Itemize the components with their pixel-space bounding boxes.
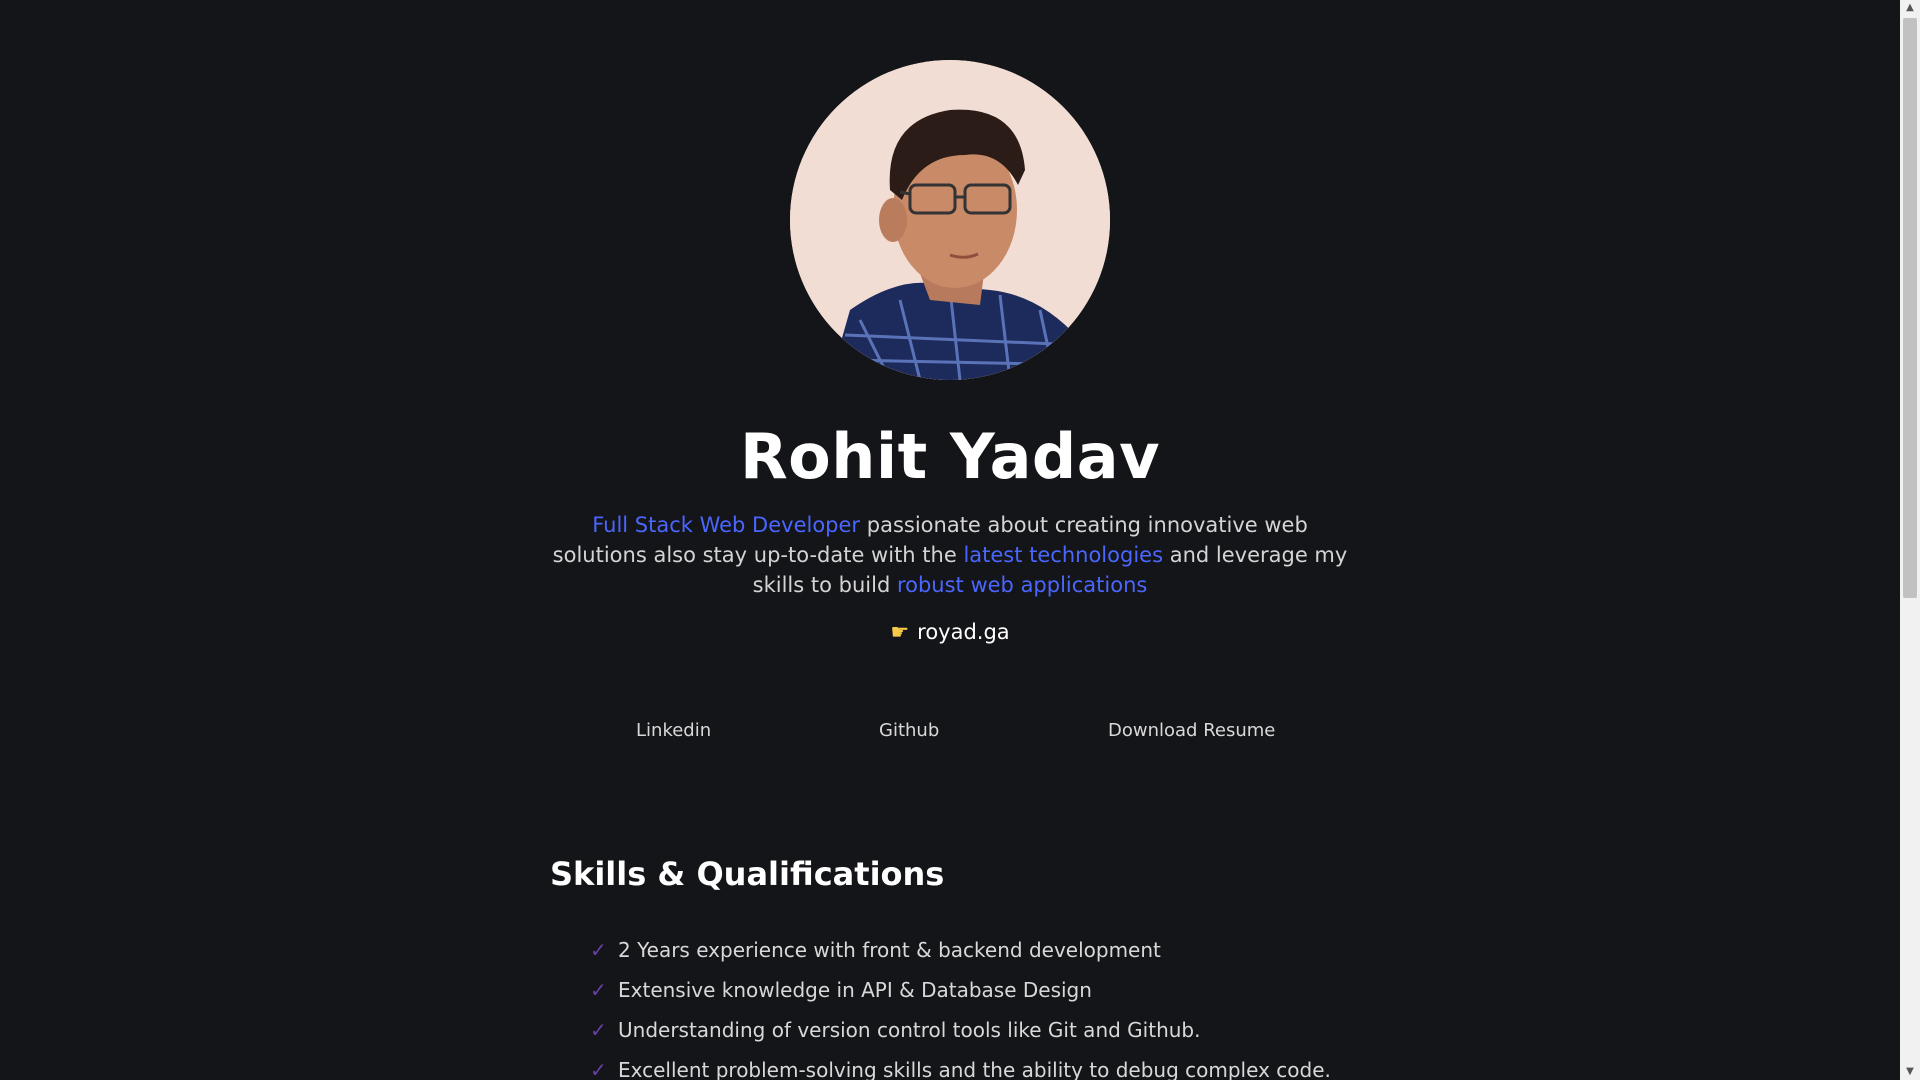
check-icon: ✓: [590, 1058, 607, 1080]
linkedin-link[interactable]: Linkedin: [636, 720, 711, 741]
skills-title: Skills & Qualifications: [550, 855, 945, 893]
download-resume-link[interactable]: Download Resume: [1108, 720, 1275, 741]
portfolio-page: Rohit Yadav Full Stack Web Developer pas…: [0, 0, 1900, 1080]
skill-text: Excellent problem-solving skills and the…: [618, 1058, 1331, 1080]
pointing-hand-icon: ☛: [890, 620, 910, 644]
skills-list: ✓ 2 Years experience with front & backend…: [590, 930, 1331, 1080]
bio-highlight-role: Full Stack Web Developer: [592, 513, 861, 537]
profile-name: Rohit Yadav: [739, 420, 1161, 493]
scroll-down-arrow-icon[interactable]: ▼: [1900, 1064, 1920, 1080]
list-item: ✓ Extensive knowledge in API & Database D…: [590, 970, 1331, 1010]
scroll-up-arrow-icon[interactable]: ▲: [1900, 0, 1920, 16]
check-icon: ✓: [590, 978, 607, 1002]
profile-photo: [790, 60, 1110, 380]
check-icon: ✓: [590, 1018, 607, 1042]
skill-text: Understanding of version control tools l…: [618, 1018, 1201, 1042]
github-link[interactable]: Github: [879, 720, 939, 741]
list-item: ✓ Understanding of version control tools …: [590, 1010, 1331, 1050]
profile-bio: Full Stack Web Developer passionate abou…: [550, 510, 1350, 600]
scrollbar-thumb[interactable]: [1903, 18, 1917, 598]
bio-highlight-apps: robust web applications: [896, 573, 1148, 597]
skill-text: 2 Years experience with front & backend …: [618, 938, 1161, 962]
list-item: ✓ 2 Years experience with front & backend…: [590, 930, 1331, 970]
profile-avatar: [790, 60, 1110, 380]
vertical-scrollbar[interactable]: ▲ ▼: [1900, 0, 1920, 1080]
website-label: royad.ga: [917, 620, 1010, 644]
skill-text: Extensive knowledge in API & Database De…: [618, 978, 1092, 1002]
check-icon: ✓: [590, 938, 607, 962]
website-link[interactable]: ☛ royad.ga: [0, 620, 1900, 644]
list-item: ✓ Excellent problem-solving skills and th…: [590, 1050, 1331, 1080]
bio-highlight-tech: latest technologies: [963, 543, 1164, 567]
